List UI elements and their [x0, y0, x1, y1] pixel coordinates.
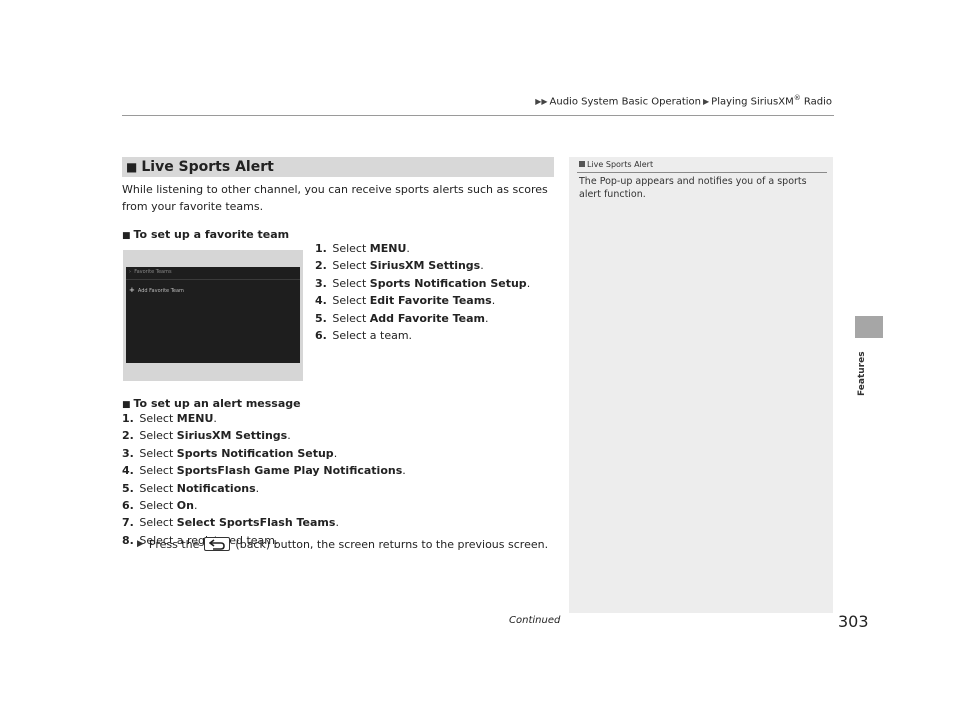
page-number: 303	[838, 612, 869, 631]
alert-message-heading: ■ To set up an alert message	[122, 397, 301, 410]
intro-paragraph: While listening to other channel, you ca…	[122, 183, 548, 213]
alert-message-heading-text: To set up an alert message	[133, 397, 301, 410]
screen-add-item: + Add Favorite Team	[129, 286, 184, 294]
heading-marker-icon: ■	[122, 400, 131, 410]
list-item: 5. Select Add Favorite Team.	[315, 311, 489, 325]
section-header: ■ Live Sports Alert	[122, 157, 554, 177]
screen-divider	[126, 279, 300, 280]
note-arrow-icon: ▶	[137, 539, 144, 549]
list-item: 3. Select Sports Notification Setup.	[315, 276, 531, 290]
sidebar-note-heading-text: Live Sports Alert	[587, 160, 654, 169]
continued-label: Continued	[509, 615, 561, 626]
breadcrumb-level1: Audio System Basic Operation	[549, 96, 702, 108]
breadcrumb-arrow-icon: ▶▶	[535, 97, 548, 107]
header-rule	[122, 115, 834, 116]
section-marker-icon: ■	[126, 160, 138, 174]
chapter-label: Features	[857, 340, 867, 400]
chapter-label-text: Features	[857, 351, 867, 396]
breadcrumb-arrow-icon: ▶	[703, 97, 710, 107]
registered-mark: ®	[793, 94, 801, 102]
list-item: 6. Select a team.	[315, 329, 413, 343]
list-item: 5. Select Notifications.	[122, 481, 260, 495]
plus-icon: +	[129, 286, 135, 294]
note-text-start: Press the	[148, 537, 200, 551]
favorite-team-heading-text: To set up a favorite team	[133, 228, 290, 241]
breadcrumb: ▶▶ Audio System Basic Operation ▶ Playing S…	[533, 94, 832, 107]
screen-add-item-text: Add Favorite Team	[137, 288, 184, 294]
sidebar-note-rule	[577, 172, 827, 173]
sidebar-note: Live Sports Alert The Pop-up appears and…	[569, 157, 833, 613]
back-icon	[204, 537, 231, 551]
sidebar-note-heading: Live Sports Alert	[579, 160, 653, 169]
list-item: 6. Select On.	[122, 499, 198, 513]
screen-header: › Favorite Teams	[129, 269, 172, 275]
favorite-teams-screenshot: › Favorite Teams + Add Favorite Team	[123, 250, 303, 381]
back-button-note: ▶ Press the (back) button, the screen re…	[137, 537, 548, 551]
list-item: 1. Select MENU.	[315, 242, 410, 255]
breadcrumb-level2-tail: Radio	[800, 96, 832, 108]
list-item: 7. Select Select SportsFlash Teams.	[122, 516, 339, 530]
section-title: Live Sports Alert	[141, 159, 274, 175]
alert-message-steps: 1. Select MENU. 2. Select SiriusXM Setti…	[122, 410, 406, 549]
chapter-tab	[855, 316, 883, 338]
heading-marker-icon: ■	[122, 231, 131, 241]
list-item: 2. Select SiriusXM Settings.	[122, 429, 291, 443]
note-marker-icon	[579, 161, 585, 167]
screen-header-text: Favorite Teams	[134, 269, 172, 275]
list-item: 1. Select MENU.	[122, 412, 217, 425]
note-text-end: (back) button, the screen returns to the…	[235, 537, 549, 551]
list-item: 3. Select Sports Notification Setup.	[122, 446, 338, 460]
list-item: 4. Select Edit Favorite Teams.	[315, 294, 496, 308]
favorite-team-heading: ■ To set up a favorite team	[122, 228, 289, 241]
screen-chevron-icon: ›	[129, 269, 131, 275]
favorite-team-steps: 1. Select MENU. 2. Select SiriusXM Setti…	[315, 240, 530, 344]
breadcrumb-level2: Playing SiriusXM	[711, 96, 794, 108]
list-item: 4. Select SportsFlash Game Play Notifica…	[122, 464, 406, 478]
sidebar-note-body: The Pop-up appears and notifies you of a…	[579, 176, 807, 200]
list-item: 2. Select SiriusXM Settings.	[315, 259, 484, 273]
screen-display: › Favorite Teams + Add Favorite Team	[126, 267, 300, 363]
